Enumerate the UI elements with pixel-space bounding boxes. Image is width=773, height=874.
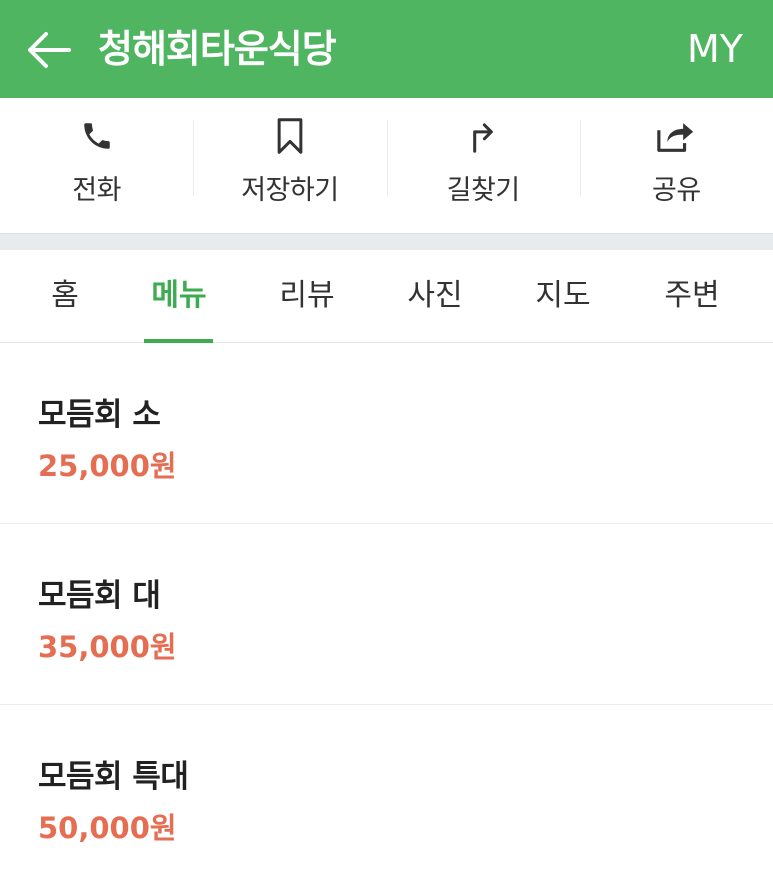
section-divider (0, 233, 773, 250)
save-button[interactable]: 저장하기 (193, 98, 386, 233)
bookmark-icon (270, 116, 310, 156)
phone-icon (77, 116, 117, 156)
tab-nearby[interactable]: 주변 (664, 250, 719, 342)
back-arrow-icon (28, 32, 71, 68)
my-button[interactable]: MY (687, 22, 743, 76)
share-icon (656, 116, 696, 156)
menu-item[interactable]: 모듬회 특대 50,000원 (0, 705, 773, 874)
page-title: 청해회타운식당 (98, 27, 337, 71)
menu-item-price: 50,000원 (38, 811, 177, 845)
back-button[interactable] (22, 25, 74, 75)
tab-home[interactable]: 홈 (51, 250, 79, 342)
tab-map[interactable]: 지도 (535, 250, 590, 342)
tab-photos[interactable]: 사진 (407, 250, 462, 342)
tab-menu[interactable]: 메뉴 (151, 250, 206, 342)
directions-icon (463, 116, 503, 156)
menu-item[interactable]: 모듬회 대 35,000원 (0, 524, 773, 705)
menu-item-name: 모듬회 특대 (38, 759, 189, 795)
share-label: 공유 (652, 175, 701, 206)
action-bar: 전화 저장하기 길찾기 공유 (0, 98, 773, 233)
directions-button[interactable]: 길찾기 (386, 98, 580, 233)
directions-label: 길찾기 (446, 175, 521, 206)
call-label: 전화 (72, 175, 121, 206)
app-header: 청해회타운식당 MY (0, 0, 773, 98)
menu-item-price: 35,000원 (38, 630, 177, 664)
menu-item-name: 모듬회 소 (38, 397, 161, 433)
menu-item[interactable]: 모듬회 소 25,000원 (0, 343, 773, 524)
save-label: 저장하기 (241, 175, 339, 206)
menu-item-price: 25,000원 (38, 449, 177, 483)
menu-item-name: 모듬회 대 (38, 578, 161, 614)
share-button[interactable]: 공유 (579, 98, 773, 233)
call-button[interactable]: 전화 (0, 98, 193, 233)
tab-reviews[interactable]: 리뷰 (279, 250, 334, 342)
tab-bar: 홈 메뉴 리뷰 사진 지도 주변 (0, 250, 773, 343)
